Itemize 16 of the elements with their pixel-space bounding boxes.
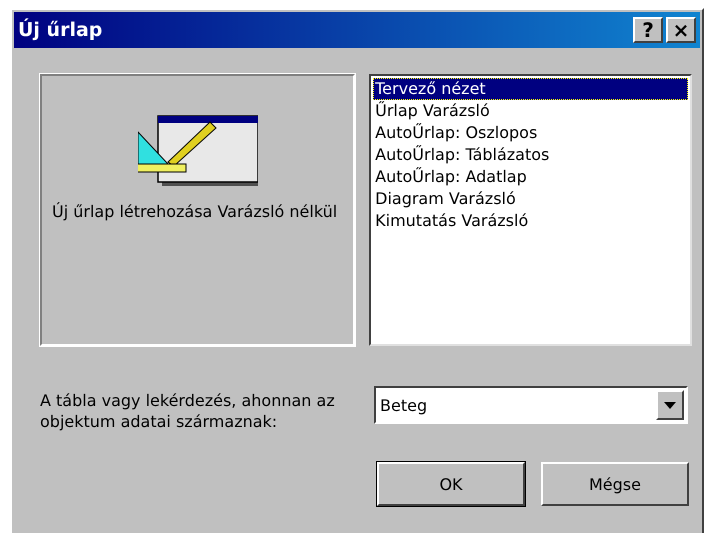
ok-button[interactable]: OK [377,462,525,506]
list-item[interactable]: Tervező nézet [373,78,688,100]
list-item[interactable]: AutoŰrlap: Adatlap [373,166,688,188]
close-button[interactable]: × [666,17,696,43]
list-item[interactable]: AutoŰrlap: Oszlopos [373,122,688,144]
dropdown-arrow-icon [664,402,676,408]
help-button[interactable]: ? [633,17,663,43]
window-title: Új űrlap [18,19,102,41]
source-dropdown[interactable]: Beteg [374,386,688,424]
list-item[interactable]: Kimutatás Varázsló [373,210,688,232]
cancel-button[interactable]: Mégse [541,462,689,506]
list-item[interactable]: AutoŰrlap: Táblázatos [373,144,688,166]
source-label: A tábla vagy lekérdezés, ahonnan az objektum adatai származnak: [40,390,336,433]
list-item[interactable]: Diagram Varázsló [373,188,688,210]
preview-description: Új űrlap létrehozása Varázsló nélkül [52,201,338,223]
list-item[interactable]: Űrlap Varázsló [373,100,688,122]
